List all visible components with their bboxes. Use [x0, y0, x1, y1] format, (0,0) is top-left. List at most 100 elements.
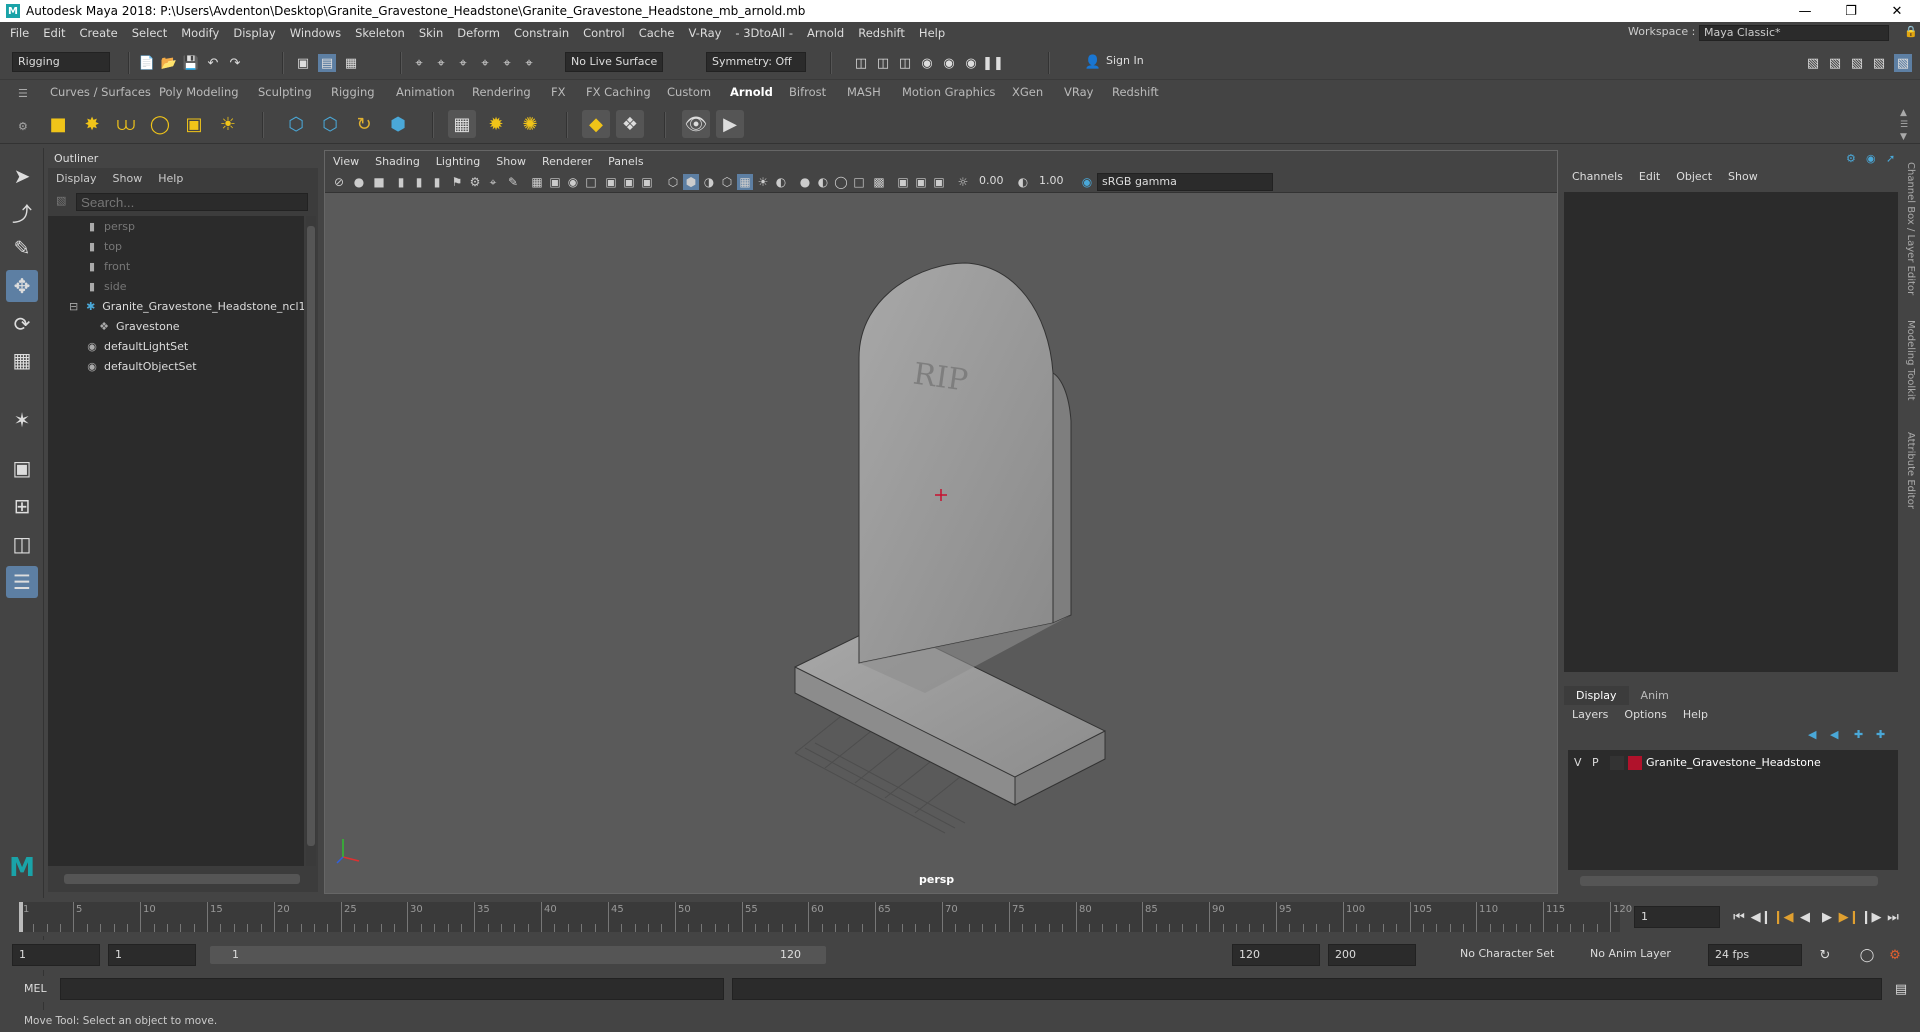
side-tab-modeling-toolkit[interactable]: Modeling Toolkit [1905, 320, 1916, 401]
script-editor-icon[interactable]: ▤ [1892, 980, 1910, 998]
maximize-icon[interactable]: ❐ [1828, 0, 1874, 22]
outliner-item-side[interactable]: ▮ side [48, 276, 304, 296]
channel-layer-toggle-icon[interactable]: ▧ [1894, 54, 1912, 72]
channel-box-icon[interactable]: ⚙ [1846, 152, 1856, 165]
standin-icon[interactable]: ⬡ [282, 110, 310, 138]
lock-icon[interactable]: 🔒 [1904, 25, 1918, 38]
outliner-item-default-object-set[interactable]: ◉ defaultObjectSet [48, 356, 304, 376]
channel-box-icon[interactable]: ▧ [1870, 54, 1888, 72]
tab-anim[interactable]: Anim [1629, 686, 1681, 705]
select-hierarchy-icon[interactable]: ▣ [294, 54, 312, 72]
arnold-render-view-icon[interactable]: ◉ [940, 54, 958, 72]
pause-icon[interactable]: ❚❚ [982, 54, 1004, 72]
outliner-search-input[interactable] [76, 193, 308, 211]
viewport-menu-renderer[interactable]: Renderer [534, 155, 600, 168]
snap-grid-icon[interactable]: ⌖ [410, 54, 428, 72]
command-input[interactable] [60, 978, 724, 1000]
snap-center-icon[interactable]: ⌖ [520, 54, 538, 72]
snap-view-icon[interactable]: ⌖ [476, 54, 494, 72]
redo-icon[interactable]: ↷ [226, 54, 244, 72]
layer-playback-toggle[interactable]: P [1592, 756, 1599, 769]
outliner-item-gravestone[interactable]: ❖ Gravestone [48, 316, 304, 336]
area-light-icon[interactable]: ■ [44, 110, 72, 138]
tab-display[interactable]: Display [1564, 686, 1629, 705]
image-plane-icon[interactable]: ▮ [393, 174, 409, 190]
xray-icon[interactable]: ▣ [895, 174, 911, 190]
four-view-layout-icon[interactable]: ⊞ [6, 490, 38, 522]
gate-mask-icon[interactable]: □ [583, 174, 599, 190]
export-standin-icon[interactable]: ⬡ [316, 110, 344, 138]
playback-end-field[interactable]: 120 [1232, 944, 1320, 966]
menu-create[interactable]: Create [73, 26, 125, 40]
physical-sky-icon[interactable]: ☀ [214, 110, 242, 138]
arnold-ipr-icon[interactable]: ◉ [962, 54, 980, 72]
move-tool-icon[interactable]: ✥ [6, 270, 38, 302]
shelf-tab-curves-surfaces[interactable]: Curves / Surfaces [50, 85, 151, 99]
outliner-item-group[interactable]: ⊟ ✱ Granite_Gravestone_Headstone_ncl1_1 [48, 296, 304, 316]
menu-select[interactable]: Select [125, 26, 174, 40]
exposure-icon[interactable]: ☼ [955, 174, 971, 190]
shelf-scroll-up-icon[interactable]: ▲ [1900, 108, 1907, 118]
outliner-layout-icon[interactable]: ☰ [6, 566, 38, 598]
menuset-dropdown[interactable]: Rigging [12, 52, 110, 72]
timeline-ruler[interactable]: 1 5 10 15 20 25 30 35 40 45 50 55 60 65 70 75 80 85 90 95 10… [19, 902, 1632, 932]
play-forward-icon[interactable]: ▶ [1818, 908, 1836, 926]
pencil-icon[interactable]: ✎ [505, 174, 521, 190]
layer-display-type[interactable] [1610, 756, 1624, 770]
menu-cache[interactable]: Cache [632, 26, 682, 40]
resolution-gate-icon[interactable]: ◉ [565, 174, 581, 190]
camera-pivot-icon[interactable]: ⌖ [485, 174, 501, 190]
render-settings-icon[interactable]: ◫ [896, 54, 914, 72]
layer-color-swatch[interactable] [1628, 756, 1642, 770]
textured-icon[interactable]: ▦ [737, 174, 753, 190]
anim-preferences-icon[interactable]: ⚙ [1886, 946, 1904, 964]
menu-arnold[interactable]: Arnold [800, 26, 851, 40]
layer-menu-options[interactable]: Options [1616, 706, 1674, 724]
channel-menu-edit[interactable]: Edit [1631, 170, 1668, 183]
fps-dropdown[interactable]: 24 fps [1708, 944, 1802, 966]
save-scene-icon[interactable]: 💾 [182, 54, 200, 72]
isolate-select-icon[interactable]: ▩ [871, 174, 887, 190]
step-back-key-icon[interactable]: ❙◀ [1773, 908, 1794, 926]
shelf-menu-icon[interactable]: ☰ [18, 87, 28, 100]
exposure-field[interactable]: 0.00 [975, 173, 1011, 191]
grease-pencil-icon[interactable]: ▮ [429, 174, 445, 190]
new-scene-icon[interactable]: 📄 [138, 54, 156, 72]
move-layer-up-icon[interactable]: ◀ [1808, 728, 1816, 741]
render-view-icon[interactable]: 👁 [682, 110, 710, 138]
shelf-tab-fx-caching[interactable]: FX Caching [586, 85, 651, 99]
side-tab-channel-box[interactable]: Channel Box / Layer Editor [1905, 162, 1916, 295]
outliner-vertical-scrollbar[interactable] [306, 216, 316, 866]
move-layer-down-icon[interactable]: ◀ [1830, 728, 1838, 741]
photometric-light-icon[interactable]: ⩊ [112, 110, 140, 138]
single-perspective-layout-icon[interactable]: ▣ [6, 452, 38, 484]
shelf-tab-mash[interactable]: MASH [847, 85, 881, 99]
color-management-icon[interactable]: ◉ [1079, 174, 1095, 190]
volume-icon[interactable]: ↻ [350, 110, 378, 138]
camera-attributes-icon[interactable]: ● [351, 174, 367, 190]
outliner-menu-display[interactable]: Display [48, 170, 105, 188]
shelf-tab-bifrost[interactable]: Bifrost [789, 85, 826, 99]
shelf-tab-rigging[interactable]: Rigging [331, 85, 375, 99]
shelf-tab-motion-graphics[interactable]: Motion Graphics [902, 85, 995, 99]
playback-start-field[interactable]: 1 [108, 944, 196, 966]
menu-file[interactable]: File [0, 26, 36, 40]
light-portal-icon[interactable]: ▣ [180, 110, 208, 138]
character-set-dropdown[interactable]: No Character Set [1454, 944, 1564, 966]
menu-skin[interactable]: Skin [412, 26, 450, 40]
menu-edit[interactable]: Edit [36, 26, 72, 40]
film-gate-icon[interactable]: ▣ [547, 174, 563, 190]
color-space-dropdown[interactable]: sRGB gamma [1097, 173, 1273, 191]
texture-manager-icon[interactable]: ✹ [482, 110, 510, 138]
outliner-horizontal-scrollbar[interactable] [64, 874, 300, 884]
auto-key-icon[interactable]: ◯ [1858, 946, 1876, 964]
shelf-scroll-menu-icon[interactable]: ☰ [1900, 120, 1908, 130]
rotate-tool-icon[interactable]: ⟳ [6, 308, 38, 340]
symmetry-dropdown[interactable]: Symmetry: Off [706, 52, 806, 72]
end-time-field[interactable]: 200 [1328, 944, 1416, 966]
shelf-tab-animation[interactable]: Animation [396, 85, 455, 99]
menu-windows[interactable]: Windows [283, 26, 348, 40]
shelf-tab-xgen[interactable]: XGen [1012, 85, 1043, 99]
screen-space-ao-icon[interactable]: ● [797, 174, 813, 190]
layer-visibility-toggle[interactable]: V [1574, 756, 1582, 769]
